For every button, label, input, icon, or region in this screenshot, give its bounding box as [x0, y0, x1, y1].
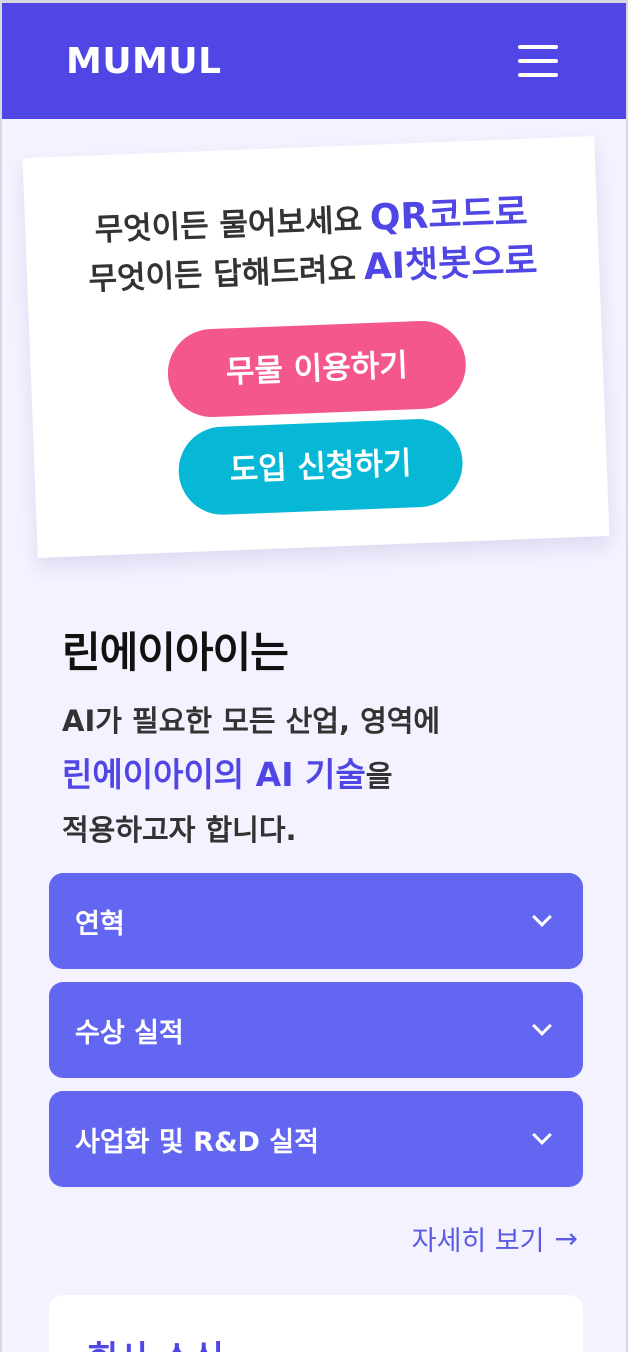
chevron-down-icon [532, 1125, 552, 1145]
about-title: 린에이아이는 [62, 628, 289, 677]
arrow-right-icon: → [554, 1222, 578, 1255]
menu-bar [518, 45, 558, 49]
news-title: 회사 소식 [87, 1331, 545, 1352]
apply-button[interactable]: 도입 신청하기 [177, 417, 465, 517]
menu-bar [518, 73, 558, 77]
about-desc-suffix: 을 [365, 759, 393, 793]
see-more-label: 자세히 보기 [411, 1226, 545, 1257]
menu-bar [518, 59, 558, 63]
about-description: AI가 필요한 모든 산업, 영역에 린에이아이의 AI 기술을 적용하고자 합… [62, 694, 582, 857]
news-card: 회사 소식 [49, 1295, 583, 1352]
about-desc-line-2: 린에이아이의 AI 기술을 [62, 748, 582, 803]
accordion-history[interactable]: 연혁 [49, 873, 583, 969]
chevron-down-icon [532, 1016, 552, 1036]
chevron-down-icon [532, 907, 552, 927]
accordion-awards[interactable]: 수상 실적 [49, 982, 583, 1078]
hero-line-1-text: 무엇이든 물어보세요 [94, 202, 363, 249]
top-header: MUMUL [2, 3, 626, 119]
accordion-business-rnd[interactable]: 사업화 및 R&D 실적 [49, 1091, 583, 1187]
hero-line-2-accent: AI챗봇으로 [363, 240, 539, 289]
about-desc-accent: 린에이아이의 AI 기술 [62, 755, 366, 794]
hamburger-menu-icon[interactable] [518, 45, 558, 77]
about-desc-line-3: 적용하고자 합니다. [62, 813, 297, 847]
hero-card: 무엇이든 물어보세요 QR코드로 무엇이든 답해드려요 AI챗봇으로 무물 이용하기… [22, 136, 610, 558]
about-desc-line-1: AI가 필요한 모든 산업, 영역에 [62, 704, 441, 738]
page-frame: MUMUL 무엇이든 물어보세요 QR코드로 무엇이든 답해드려요 AI챗봇으로 무… [0, 0, 628, 1352]
logo[interactable]: MUMUL [66, 41, 222, 82]
see-more-link[interactable]: 자세히 보기 → [412, 1219, 578, 1258]
hero-line-2-text: 무엇이든 답해드려요 [87, 251, 357, 298]
free-use-button[interactable]: 무물 이용하기 [166, 319, 468, 419]
about-section: 린에이아이는 AI가 필요한 모든 산업, 영역에 린에이아이의 AI 기술을 … [62, 619, 582, 857]
accordion-label: 연혁 [75, 908, 125, 940]
accordion-label: 사업화 및 R&D 실적 [75, 1126, 319, 1158]
hero-line-1-accent: QR코드로 [369, 191, 529, 239]
accordion-label: 수상 실적 [75, 1017, 184, 1049]
